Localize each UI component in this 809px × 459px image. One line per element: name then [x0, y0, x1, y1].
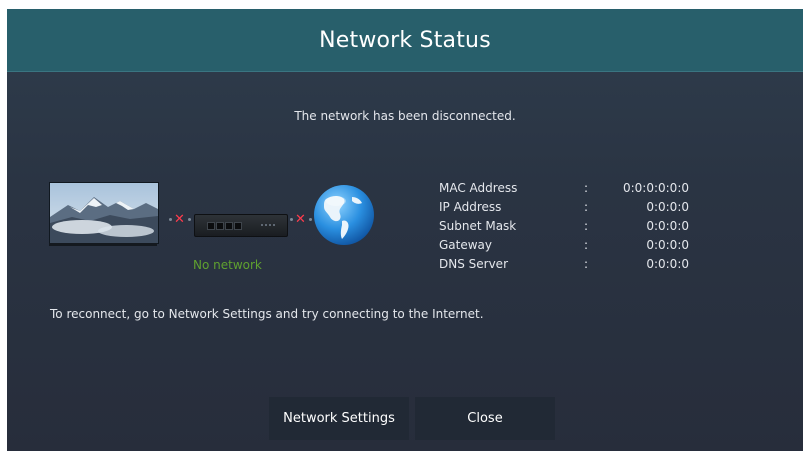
ip-address-label: IP Address — [439, 200, 502, 214]
router-led — [265, 224, 267, 226]
gateway-value: 0:0:0:0 — [646, 238, 689, 252]
separator: : — [584, 181, 589, 195]
network-status-dialog: Network Status The network has been disc… — [7, 9, 803, 451]
mac-address-value: 0:0:0:0:0:0 — [622, 181, 689, 195]
info-row-dns: DNS Server : 0:0:0:0 — [439, 257, 719, 276]
info-row-ip: IP Address : 0:0:0:0 — [439, 200, 719, 219]
tv-icon — [49, 182, 159, 244]
connection-diagram: ✕ ✕ No network — [47, 177, 387, 277]
subnet-mask-label: Subnet Mask — [439, 219, 517, 233]
router-led — [261, 224, 263, 226]
info-row-mac: MAC Address : 0:0:0:0:0:0 — [439, 181, 719, 200]
disconnect-x-icon: ✕ — [174, 212, 185, 227]
router-led — [269, 224, 271, 226]
connector-dot — [169, 218, 172, 221]
dialog-title: Network Status — [319, 27, 491, 53]
tv-stand — [49, 243, 157, 246]
info-row-gateway: Gateway : 0:0:0:0 — [439, 238, 719, 257]
router-port — [216, 222, 224, 230]
close-button[interactable]: Close — [415, 397, 555, 440]
connector-dot — [188, 218, 191, 221]
router-led — [273, 224, 275, 226]
info-row-subnet: Subnet Mask : 0:0:0:0 — [439, 219, 719, 238]
no-network-status: No network — [193, 258, 262, 272]
connector-dot — [290, 218, 293, 221]
dns-server-value: 0:0:0:0 — [646, 257, 689, 271]
separator: : — [584, 200, 589, 214]
router-port — [234, 222, 242, 230]
disconnected-message: The network has been disconnected. — [294, 109, 516, 123]
ip-address-value: 0:0:0:0 — [646, 200, 689, 214]
router-port — [207, 222, 215, 230]
dns-server-label: DNS Server — [439, 257, 508, 271]
separator: : — [584, 257, 589, 271]
mac-address-label: MAC Address — [439, 181, 518, 195]
gateway-label: Gateway — [439, 238, 493, 252]
router-icon — [194, 214, 288, 237]
router-port — [225, 222, 233, 230]
network-settings-button[interactable]: Network Settings — [269, 397, 409, 440]
disconnect-x-icon: ✕ — [295, 212, 306, 227]
subnet-mask-value: 0:0:0:0 — [646, 219, 689, 233]
separator: : — [584, 238, 589, 252]
globe-icon — [314, 185, 374, 245]
reconnect-hint: To reconnect, go to Network Settings and… — [50, 307, 484, 321]
dialog-header: Network Status — [7, 9, 803, 72]
network-info-list: MAC Address : 0:0:0:0:0:0 IP Address : 0… — [439, 181, 719, 276]
separator: : — [584, 219, 589, 233]
